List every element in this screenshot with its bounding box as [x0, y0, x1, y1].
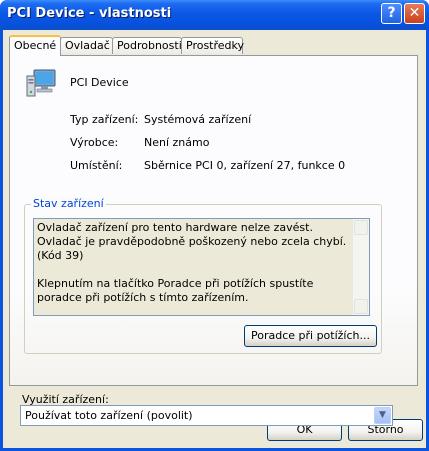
scroll-up-button[interactable] — [354, 220, 368, 235]
dialog-body: Obecné Ovladač Podrobnosti Prostředky PC… — [3, 30, 426, 448]
device-status-group: Stav zařízení Ovladač zařízení pro tento… — [24, 197, 382, 354]
status-scrollbar[interactable] — [352, 219, 369, 315]
device-name: PCI Device — [70, 76, 129, 89]
computer-device-icon — [26, 69, 56, 97]
device-type-value: Systémová zařízení — [144, 113, 252, 126]
tab-details[interactable]: Podrobnosti — [112, 37, 182, 54]
tab-panel-general: PCI Device Typ zařízení: Systémová zaříz… — [9, 55, 418, 426]
tab-driver[interactable]: Ovladač — [60, 37, 113, 54]
location-label: Umístění: — [70, 159, 123, 172]
status-paragraph-error: Ovladač zařízení pro tento hardware nelz… — [37, 221, 347, 262]
device-status-text: Ovladač zařízení pro tento hardware nelz… — [37, 221, 352, 319]
manufacturer-label: Výrobce: — [70, 136, 119, 149]
help-button[interactable]: ? — [381, 3, 402, 24]
close-icon: ✕ — [408, 5, 421, 21]
tab-general[interactable]: Obecné — [9, 35, 61, 56]
window-title: PCI Device - vlastnosti — [7, 6, 172, 21]
location-value: Sběrnice PCI 0, zařízení 27, funkce 0 — [144, 159, 346, 172]
tab-strip: Obecné Ovladač Podrobnosti Prostředky — [3, 30, 426, 56]
device-usage-value: Používat toto zařízení (povolit) — [25, 409, 193, 422]
title-bar[interactable]: PCI Device - vlastnosti ? ✕ — [0, 0, 429, 30]
close-button[interactable]: ✕ — [404, 3, 425, 24]
tab-resources[interactable]: Prostředky — [181, 37, 244, 54]
help-icon: ? — [387, 5, 396, 21]
device-status-title: Stav zařízení — [31, 197, 106, 210]
scroll-down-button[interactable] — [354, 299, 368, 314]
device-status-textbox[interactable]: Ovladač zařízení pro tento hardware nelz… — [33, 218, 370, 316]
device-type-label: Typ zařízení: — [70, 113, 139, 126]
troubleshoot-button[interactable]: Poradce při potížích... — [244, 325, 377, 347]
device-usage-select[interactable]: Používat toto zařízení (povolit) ▼ — [20, 405, 393, 426]
status-paragraph-hint: Klepnutím na tlačítko Poradce při potíží… — [37, 277, 314, 304]
manufacturer-value: Není známo — [144, 136, 210, 149]
chevron-down-icon[interactable]: ▼ — [374, 407, 391, 424]
properties-window: PCI Device - vlastnosti ? ✕ Obecné Ovlad… — [0, 0, 429, 451]
